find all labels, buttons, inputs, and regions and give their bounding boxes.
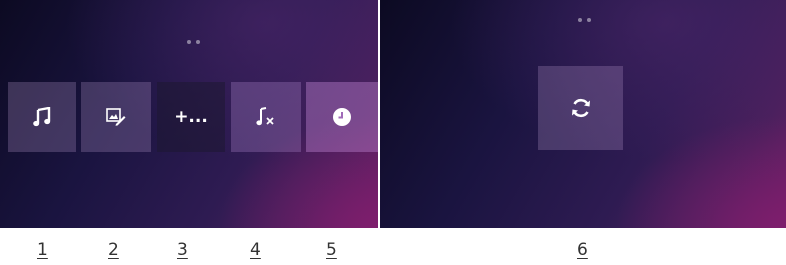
caption-label: 3 xyxy=(177,240,188,260)
left-panel: +... xyxy=(0,0,378,228)
edit-image-button[interactable] xyxy=(81,82,151,152)
caption-label: 1 xyxy=(37,240,48,260)
caption-label: 2 xyxy=(108,240,119,260)
clock-button[interactable] xyxy=(306,82,378,152)
clock-icon xyxy=(332,107,352,127)
screenshot-stage: +... 1 2 3 4 5 6 xyxy=(0,0,786,265)
page-indicator xyxy=(187,40,200,44)
refresh-button[interactable] xyxy=(538,66,623,150)
caption-label: 6 xyxy=(577,240,588,260)
page-dot xyxy=(587,18,591,22)
edit-image-icon xyxy=(106,108,126,126)
remove-music-button[interactable] xyxy=(231,82,301,152)
page-indicator xyxy=(578,18,591,22)
add-more-button[interactable]: +... xyxy=(157,82,225,152)
page-dot xyxy=(578,18,582,22)
remove-music-icon xyxy=(256,107,276,127)
music-note-icon xyxy=(33,107,51,127)
caption-label: 5 xyxy=(326,240,337,260)
page-dot xyxy=(187,40,191,44)
caption-label: 4 xyxy=(250,240,261,260)
plus-more-icon: +... xyxy=(174,107,208,127)
refresh-icon xyxy=(569,96,593,120)
page-dot xyxy=(196,40,200,44)
right-panel xyxy=(380,0,786,228)
music-button[interactable] xyxy=(8,82,76,152)
